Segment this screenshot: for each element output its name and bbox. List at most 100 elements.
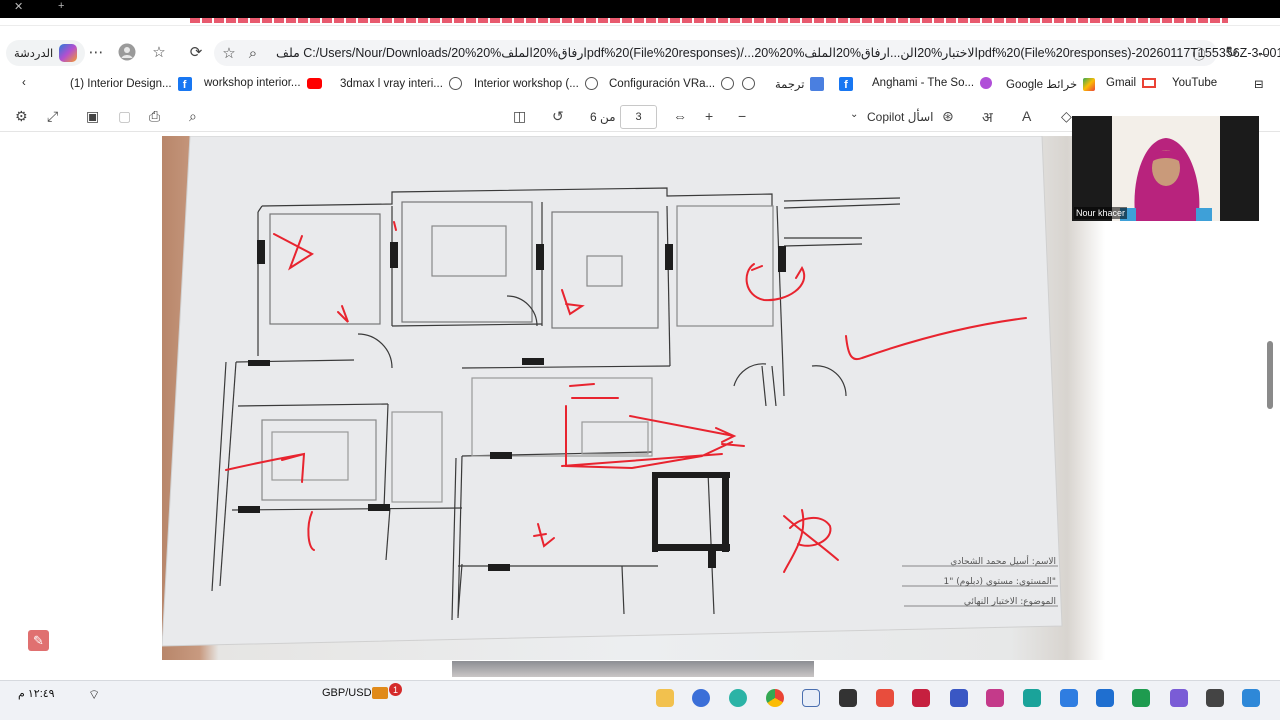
back-icon[interactable]: ← [1252, 41, 1274, 63]
text-options-icon[interactable]: A [1022, 108, 1031, 124]
bookmark-label: Configuración VRa... [609, 77, 716, 90]
ticker-label[interactable]: GBP/USD [322, 687, 372, 699]
copilot-dropdown-icon[interactable]: ⌄ [850, 109, 858, 120]
copilot-icon [59, 44, 78, 62]
bookmark-2[interactable]: workshop interior... [204, 77, 322, 89]
app-icon-9[interactable] [1096, 689, 1114, 707]
notification-badge: 1 [389, 683, 402, 696]
page-number-input[interactable]: 3 [620, 105, 657, 129]
bookmark-4[interactable]: Interior workshop (... [474, 77, 598, 90]
bookmark-8[interactable]: f [839, 77, 853, 91]
bookmark-label: workshop interior... [204, 77, 301, 89]
level-text: المستوى: مستوى (دبلوم) "1" [943, 577, 1056, 587]
find-icon[interactable]: ⌕ [189, 108, 197, 125]
app-icon-1[interactable] [692, 689, 710, 707]
app-icon-2[interactable] [802, 689, 820, 707]
chat-label: الدردشة [14, 48, 54, 60]
edge-icon[interactable] [729, 689, 747, 707]
extensions-icon[interactable]: ⟳ [185, 41, 207, 63]
save-icon[interactable]: ▢ [118, 108, 131, 125]
floor-plan-photo: الاسم: أسيل محمد الشحادي المستوى: مستوى … [162, 136, 1105, 660]
facebook-icon: f [839, 77, 853, 91]
read-aloud-icon[interactable]: अ [982, 108, 993, 127]
settings-icon[interactable]: ⚙ [15, 108, 28, 125]
print-icon[interactable]: ⎙ [149, 108, 160, 125]
active-tab-indicator [190, 18, 1228, 23]
pdf-tools-icon[interactable]: ✎ [28, 630, 49, 651]
bookmark-label: ترجمة [775, 79, 805, 91]
start-icon[interactable] [1242, 689, 1260, 707]
app-icon-5[interactable] [950, 689, 968, 707]
draw-icon[interactable]: ◇ [1061, 108, 1072, 125]
zoom-out-icon[interactable]: − [738, 108, 746, 124]
app-icon-11[interactable] [1206, 689, 1224, 707]
webcam-overlay: Nour khacer [1072, 116, 1259, 221]
globe-icon [742, 77, 755, 90]
bookmark-12[interactable]: YouTube [1172, 77, 1217, 89]
bookmark-6[interactable] [742, 77, 755, 90]
tab-strip-dark-area [0, 0, 1280, 18]
floor-plan-drawing: الاسم: أسيل محمد الشحادي المستوى: مستوى … [162, 136, 1063, 647]
bookmarks-scroll-left-icon[interactable]: ‹ [22, 77, 26, 89]
bookmark-7[interactable]: ترجمة [775, 77, 825, 91]
tab-strip: ✕ + [0, 0, 1280, 26]
bookmarks-bar: ‹ (1) Interior Design... f workshop inter… [0, 72, 1280, 98]
app-icon-7[interactable] [1023, 689, 1041, 707]
save-as-icon[interactable]: ▣ [86, 108, 99, 125]
copilot-icon[interactable]: ⊛ [942, 108, 954, 125]
zoom-in-icon[interactable]: + [705, 108, 713, 124]
rotate-icon[interactable]: ↺ [552, 108, 564, 125]
bookmark-label: 3dmax l vray interi... [340, 77, 443, 90]
app-icon-3[interactable] [839, 689, 857, 707]
refresh-icon[interactable]: ↻ [1221, 41, 1243, 63]
url-bar[interactable]: ☆ ⌕ ملف C:/Users/Nour/Downloads/20%ارفاق… [214, 40, 1280, 66]
wifi-icon[interactable]: ⌔ [88, 687, 100, 703]
student-name-text: الاسم: أسيل محمد الشحادي [950, 555, 1056, 567]
app-icon-4[interactable] [876, 689, 894, 707]
bookmark-label: Anghami - The So... [872, 77, 975, 89]
subject-text: الموضوع: الاختبار النهائي [964, 597, 1056, 607]
address-bar-row: الدردشة ⋯ ☆ ⟳ ☆ ⌕ ملف C:/Users/Nour/Down… [0, 36, 1280, 68]
clock[interactable]: ١٢:٤٩ م [18, 687, 55, 700]
copilot-chat-button[interactable]: الدردشة [6, 40, 86, 66]
page-view-icon[interactable]: ◫ [513, 108, 526, 125]
profile-avatar-icon[interactable] [116, 41, 138, 63]
bookmark-label: Gmail [1106, 77, 1137, 89]
bookmark-9[interactable]: Anghami - The So... [872, 77, 993, 89]
app-icon-6[interactable] [986, 689, 1004, 707]
ask-copilot-button[interactable]: Copilot اسأل [867, 110, 933, 124]
url-text[interactable]: ملف C:/Users/Nour/Downloads/20%ارفاق%20ا… [276, 45, 1280, 60]
fit-width-icon[interactable]: ⇔ [673, 108, 687, 124]
bookmark-11[interactable]: Gmail [1106, 77, 1157, 89]
search-icon[interactable]: ⌕ [242, 42, 264, 64]
bookmark-label: Google خرائط [1006, 79, 1078, 91]
person-avatar [1120, 138, 1212, 221]
fullscreen-icon[interactable]: ⤢ [47, 108, 58, 125]
close-tab-icon[interactable]: ✕ [14, 0, 23, 13]
scrollbar-thumb[interactable] [1267, 341, 1273, 409]
favorites-icon[interactable]: ☆ [148, 41, 170, 63]
chrome-icon[interactable] [766, 689, 784, 707]
bookmark-10[interactable]: Google خرائط [1006, 77, 1096, 91]
vertical-scrollbar[interactable] [1264, 136, 1276, 676]
bookmark-label: (1) Interior Design... [70, 78, 172, 90]
favorite-star-icon[interactable]: ☆ [218, 42, 240, 64]
excel-icon[interactable] [1132, 689, 1150, 707]
app-icon-8[interactable] [1060, 689, 1078, 707]
new-tab-icon[interactable]: + [58, 0, 64, 12]
gmail-icon [1142, 78, 1157, 88]
participant-name: Nour khacer [1074, 207, 1128, 219]
youtube-icon [306, 77, 322, 89]
bookmark-5[interactable]: Configuración VRa... [609, 77, 735, 90]
bookmark-1[interactable]: (1) Interior Design... f [70, 77, 192, 91]
more-options-icon[interactable]: ⋯ [85, 41, 107, 63]
next-page-preview [452, 661, 814, 677]
app-icon-10[interactable] [1170, 689, 1188, 707]
info-icon[interactable]: ⓘ [1188, 42, 1210, 64]
bookmark-3[interactable]: 3dmax l vray interi... [340, 77, 462, 90]
maps-icon [1083, 77, 1096, 91]
bookmarks-more-icon[interactable]: ⊟ [1254, 77, 1264, 91]
file-explorer-icon[interactable] [656, 689, 674, 707]
acrobat-icon[interactable] [912, 689, 930, 707]
ticker-icon [372, 687, 388, 699]
